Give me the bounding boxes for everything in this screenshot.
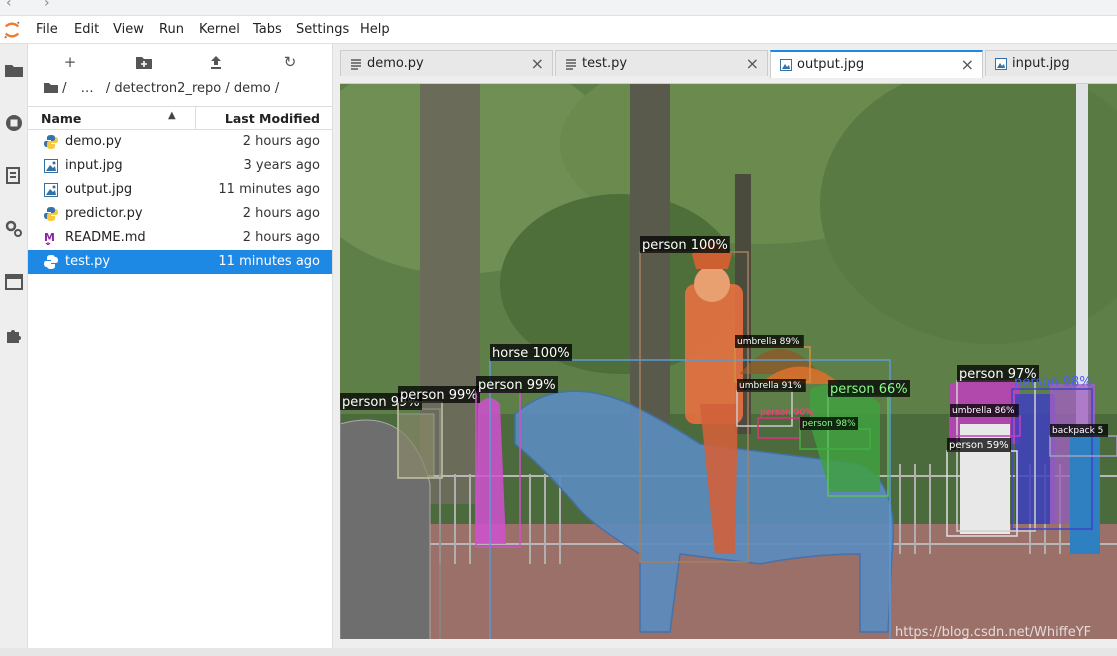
detection-label: person 98% (1014, 375, 1092, 390)
output-image: person 100% horse 100% person 99%person 99… (340, 84, 1117, 639)
image-file-icon (44, 183, 58, 197)
extension-manager-icon[interactable] (4, 325, 24, 345)
breadcrumb-root[interactable]: / (62, 81, 66, 96)
column-divider[interactable] (195, 107, 196, 129)
new-folder-button[interactable] (134, 54, 154, 70)
property-inspector-icon[interactable] (4, 219, 24, 239)
image-file-icon (780, 59, 792, 71)
menu-bar: File Edit View Run Kernel Tabs Settings … (0, 16, 1117, 44)
menu-settings[interactable]: Settings (296, 22, 349, 37)
file-row-demo-py[interactable]: demo.py 2 hours ago (28, 130, 332, 154)
detection-label: person 98% (802, 419, 856, 429)
column-modified-header[interactable]: Last Modified (225, 111, 320, 126)
commands-icon[interactable] (4, 166, 24, 186)
file-row-test-py[interactable]: test.py 11 minutes ago (28, 250, 332, 274)
menu-kernel[interactable]: Kernel (199, 22, 240, 37)
new-launcher-button[interactable]: + (60, 53, 80, 71)
browser-nav-icons[interactable]: ‹ › (6, 0, 64, 11)
tab-label: output.jpg (797, 57, 865, 72)
watermark: https://blog.csdn.net/WhiffeYF (895, 625, 1092, 640)
tab-output-jpg[interactable]: output.jpg × (770, 50, 983, 78)
close-icon[interactable]: × (961, 55, 974, 74)
menu-edit[interactable]: Edit (74, 22, 99, 37)
tab-label: test.py (582, 56, 628, 71)
file-name: test.py (65, 254, 111, 269)
breadcrumb: / … / detectron2_repo / demo / (44, 81, 283, 96)
file-row-predictor-py[interactable]: predictor.py 2 hours ago (28, 202, 332, 226)
main-dock-area: demo.py × test.py × output.jpg × input.jpg (333, 44, 1117, 656)
upload-button[interactable] (206, 54, 226, 70)
tab-test-py[interactable]: test.py × (555, 50, 768, 76)
breadcrumb-path[interactable]: / detectron2_repo / demo / (106, 81, 279, 96)
markdown-file-icon: M (44, 231, 58, 246)
python-file-icon (44, 255, 58, 269)
file-name: input.jpg (65, 158, 123, 173)
file-name: README.md (65, 230, 146, 245)
breadcrumb-ellipsis[interactable]: … (81, 81, 94, 96)
jupyter-logo-icon (4, 21, 20, 39)
file-modified: 11 minutes ago (218, 182, 320, 197)
home-folder-icon[interactable] (44, 82, 58, 93)
close-icon[interactable]: × (746, 54, 759, 73)
tab-input-jpg[interactable]: input.jpg (985, 50, 1117, 76)
file-modified: 3 years ago (243, 158, 320, 173)
detection-label: umbrella 89% (737, 337, 800, 347)
browser-address-bar: ‹ › (0, 0, 1117, 16)
upload-icon (211, 55, 221, 69)
menu-tabs[interactable]: Tabs (253, 22, 282, 37)
detection-label: umbrella 86% (952, 406, 1015, 416)
file-list-header: Name ▲ Last Modified (28, 106, 332, 130)
detection-label: umbrella 91% (739, 381, 802, 391)
detection-label: person 100% (642, 238, 728, 253)
file-modified: 2 hours ago (242, 230, 320, 245)
detection-label: person 99% (478, 378, 556, 393)
column-name-header[interactable]: Name (41, 111, 81, 126)
file-name: demo.py (65, 134, 122, 149)
status-bar (0, 648, 1117, 656)
close-icon[interactable]: × (531, 54, 544, 73)
tabs-list-icon[interactable] (4, 272, 24, 292)
text-file-icon (565, 58, 577, 70)
image-viewer: person 100% horse 100% person 99% person 99… (340, 83, 1117, 639)
text-file-icon (350, 58, 362, 70)
tab-label: input.jpg (1012, 56, 1070, 71)
detection-label: person 90% (760, 408, 814, 418)
image-file-icon (44, 159, 58, 173)
menu-help[interactable]: Help (360, 22, 390, 37)
activity-bar (0, 44, 28, 656)
tab-demo-py[interactable]: demo.py × (340, 50, 553, 76)
python-file-icon (44, 135, 58, 149)
file-modified: 11 minutes ago (218, 254, 320, 269)
python-file-icon (44, 207, 58, 221)
file-browser: + ↻ / … / detectron2_repo / demo / Name … (28, 44, 333, 656)
svg-text:M: M (44, 231, 55, 244)
file-name: output.jpg (65, 182, 133, 197)
refresh-button[interactable]: ↻ (280, 53, 300, 71)
folder-icon[interactable] (4, 60, 24, 80)
menu-view[interactable]: View (113, 22, 144, 37)
file-modified: 2 hours ago (242, 206, 320, 221)
menu-run[interactable]: Run (159, 22, 184, 37)
detection-label: backpack 5 (1052, 426, 1103, 436)
detection-label: horse 100% (492, 346, 570, 361)
detection-label: person 99% (400, 388, 478, 403)
detection-label: person 59% (949, 440, 1009, 451)
tab-label: demo.py (367, 56, 424, 71)
sort-ascending-icon: ▲ (168, 110, 176, 121)
file-row-input-jpg[interactable]: input.jpg 3 years ago (28, 154, 332, 178)
file-row-readme-md[interactable]: M README.md 2 hours ago (28, 226, 332, 250)
file-name: predictor.py (65, 206, 143, 221)
file-row-output-jpg[interactable]: output.jpg 11 minutes ago (28, 178, 332, 202)
detection-label: person 66% (830, 382, 908, 397)
new-folder-icon (136, 56, 152, 69)
image-file-icon (995, 58, 1007, 70)
menu-file[interactable]: File (36, 22, 58, 37)
file-modified: 2 hours ago (242, 134, 320, 149)
running-sessions-icon[interactable] (4, 113, 24, 133)
